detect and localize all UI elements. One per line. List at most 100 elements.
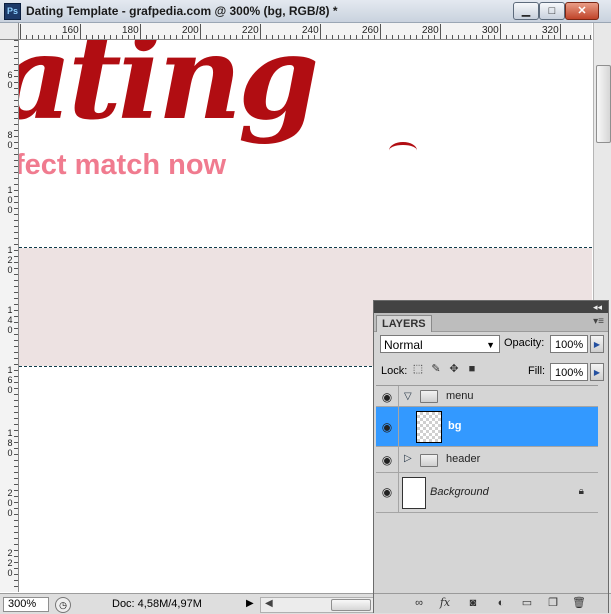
scroll-left-arrow[interactable]: ◀ — [265, 598, 273, 609]
panel-menu-icon[interactable]: ▾≡ — [593, 316, 604, 327]
ruler-tick — [14, 178, 18, 179]
layer-group-header[interactable]: ◉ ▷ header — [376, 447, 598, 473]
ruler-tick — [458, 35, 459, 39]
blend-mode-dropdown[interactable]: Normal ▼ — [380, 335, 500, 353]
fill-field[interactable]: 100% — [550, 363, 588, 381]
ruler-tick — [44, 35, 45, 39]
eye-icon[interactable]: ◉ — [380, 420, 394, 434]
ruler-tick — [14, 46, 18, 47]
ruler-tick — [14, 442, 18, 443]
layer-group-menu[interactable]: ◉ ▽ menu — [376, 386, 598, 407]
zoom-level-field[interactable]: 300% — [3, 597, 49, 612]
lock-all-icon[interactable]: ■ — [466, 363, 478, 375]
layer-list: ◉ ▽ menu ◉ bg ◉ ▷ header ◉ Background 🔒︎ — [376, 385, 598, 592]
minimize-button[interactable]: ▁ — [513, 2, 539, 20]
layer-background[interactable]: ◉ Background 🔒︎ — [376, 473, 598, 513]
scrollbar-thumb[interactable] — [596, 65, 611, 143]
panel-header-bar[interactable]: ◂◂ — [374, 301, 608, 313]
layer-style-icon[interactable]: fx — [436, 596, 454, 610]
ruler-tick — [416, 35, 417, 39]
ruler-tick — [326, 35, 327, 39]
ruler-tick — [14, 334, 18, 335]
fill-slider-button[interactable]: ▶ — [590, 363, 604, 381]
ruler-tick — [14, 232, 18, 233]
ruler-origin-corner[interactable] — [0, 23, 19, 39]
ruler-tick — [14, 262, 18, 263]
status-info-icon[interactable]: ◷ — [55, 597, 71, 613]
ruler-tick — [188, 35, 189, 39]
ruler-tick — [14, 418, 18, 419]
vertical-ruler[interactable]: 60 80 100 120 140 160 180 200 220 — [0, 40, 19, 592]
ruler-tick — [134, 35, 135, 39]
scrollbar-thumb[interactable] — [331, 599, 371, 611]
new-group-icon[interactable]: ▭ — [518, 596, 536, 610]
ruler-tick — [14, 58, 18, 59]
ruler-tick — [14, 544, 18, 545]
ruler-tick — [278, 35, 279, 39]
ruler-tick — [548, 35, 549, 39]
ruler-tick — [452, 35, 453, 39]
window-title-bar[interactable]: Ps Dating Template - grafpedia.com @ 300… — [0, 0, 611, 23]
collapse-panel-icon[interactable]: ◂◂ — [593, 301, 602, 313]
link-layers-icon[interactable]: ∞ — [410, 596, 428, 610]
ruler-tick — [14, 166, 18, 167]
ruler-tick — [482, 35, 483, 39]
add-mask-icon[interactable]: ◙ — [464, 596, 482, 610]
ruler-tick — [356, 35, 357, 39]
delete-layer-icon[interactable]: 🗑︎ — [570, 596, 588, 610]
horizontal-guide[interactable] — [19, 247, 592, 248]
lock-transparency-icon[interactable]: ⬚ — [412, 363, 424, 375]
layers-panel[interactable]: ◂◂ LAYERS ▾≡ Normal ▼ Opacity: 100% ▶ Lo… — [373, 300, 609, 613]
ruler-tick — [554, 35, 555, 39]
eye-icon[interactable]: ◉ — [380, 485, 394, 499]
ruler-tick — [158, 35, 159, 39]
status-menu-arrow[interactable]: ▶ — [246, 598, 254, 609]
opacity-field[interactable]: 100% — [550, 335, 588, 353]
ruler-tick — [14, 364, 18, 365]
chevron-right-icon[interactable]: ▷ — [404, 453, 412, 464]
ruler-tick — [230, 35, 231, 39]
ruler-tick — [368, 35, 369, 39]
logo-swash — [389, 142, 417, 159]
ruler-tick — [14, 172, 18, 173]
maximize-button[interactable]: □ — [539, 2, 565, 20]
ruler-tick — [14, 454, 18, 455]
eye-icon[interactable]: ◉ — [380, 390, 394, 404]
ruler-tick — [284, 35, 285, 39]
ruler-tick — [14, 190, 18, 191]
eye-icon[interactable]: ◉ — [380, 453, 394, 467]
lock-position-icon[interactable]: ✥ — [448, 363, 460, 375]
new-layer-icon[interactable]: ❐ — [544, 596, 562, 610]
close-button[interactable]: ✕ — [565, 2, 599, 20]
ruler-tick — [578, 35, 579, 39]
ruler-tick — [380, 24, 381, 39]
ruler-tick — [14, 76, 18, 77]
ruler-tick — [182, 35, 183, 39]
ruler-tick — [290, 35, 291, 39]
horizontal-ruler[interactable]: 160 180 200 220 240 260 280 300 320 — [0, 23, 592, 40]
ruler-tick — [14, 226, 18, 227]
horizontal-scrollbar[interactable]: ◀ — [260, 597, 374, 613]
adjustment-layer-icon[interactable]: ◐ — [492, 596, 510, 610]
tab-layers[interactable]: LAYERS — [376, 315, 432, 332]
ruler-tick — [212, 35, 213, 39]
ruler-tick — [14, 184, 18, 185]
ruler-tick — [86, 35, 87, 39]
ruler-tick — [344, 35, 345, 39]
ruler-tick — [14, 532, 18, 533]
lock-icon: 🔒︎ — [578, 486, 584, 497]
ruler-label: 220 — [242, 25, 259, 36]
chevron-down-icon[interactable]: ▽ — [404, 391, 412, 402]
ruler-tick — [14, 472, 18, 473]
photoshop-app-icon: Ps — [4, 3, 21, 20]
ruler-tick — [146, 35, 147, 39]
ruler-tick — [470, 35, 471, 39]
opacity-slider-button[interactable]: ▶ — [590, 335, 604, 353]
ruler-tick — [14, 550, 18, 551]
ruler-tick — [14, 490, 18, 491]
layer-bg[interactable]: ◉ bg — [376, 407, 598, 447]
lock-brush-icon[interactable]: ✎ — [430, 363, 442, 375]
ruler-tick — [566, 35, 567, 39]
ruler-tick — [332, 35, 333, 39]
ruler-tick — [560, 24, 561, 39]
